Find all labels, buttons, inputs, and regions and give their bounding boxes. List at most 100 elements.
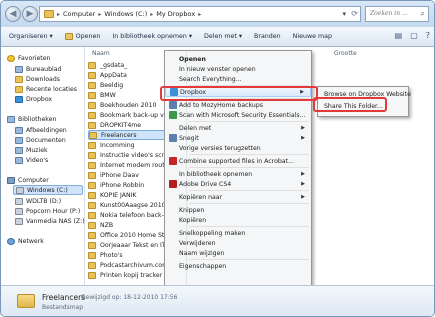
- folder-icon: [88, 91, 96, 99]
- column-name[interactable]: Naam: [92, 50, 110, 57]
- context-menu-item[interactable]: Scan with Microsoft Security Essentials.…: [165, 110, 311, 120]
- context-menu-item[interactable]: Combine supported files in Acrobat...: [165, 156, 311, 166]
- file-row[interactable]: Office 2010 Home Stude: [88, 230, 164, 240]
- file-name: Beeldig: [100, 81, 124, 89]
- file-row[interactable]: Photo's: [88, 250, 164, 260]
- file-name: iPhone Robbin: [100, 181, 145, 189]
- menu-item-label: Add to MozyHome backups: [179, 101, 263, 109]
- context-menu-item[interactable]: Kopiëren naar ▶: [165, 192, 311, 202]
- folder-icon: [88, 71, 96, 79]
- context-menu-item[interactable]: Knippen: [165, 205, 311, 215]
- history-dropdown-icon[interactable]: ▾: [342, 10, 346, 18]
- nav-item-drive-p[interactable]: Popcorn Hour (P:): [15, 206, 80, 216]
- column-size[interactable]: Grootte: [334, 50, 357, 57]
- file-row[interactable]: Boekhouden 2010: [88, 100, 164, 110]
- menu-item-label: Scan with Microsoft Security Essentials.…: [179, 111, 306, 119]
- nav-item-drive-z[interactable]: Vanmedia NAS (Z:): [15, 216, 85, 226]
- dropbox-icon: [15, 95, 23, 103]
- context-menu-item[interactable]: In nieuw venster openen: [165, 64, 311, 74]
- nav-item-dropbox[interactable]: Dropbox: [15, 94, 52, 104]
- file-row[interactable]: Incomming: [88, 140, 164, 150]
- forward-button[interactable]: ▶: [22, 6, 38, 22]
- nav-item-downloads[interactable]: Downloads: [15, 74, 60, 84]
- pictures-icon: [15, 126, 23, 134]
- nav-network[interactable]: Netwerk: [7, 236, 44, 246]
- context-menu-item[interactable]: Add to MozyHome backups: [165, 100, 311, 110]
- search-input[interactable]: Zoeken in ... ⌕: [365, 6, 429, 22]
- context-menu-item[interactable]: Eigenschappen: [165, 261, 311, 271]
- folder-icon: [89, 131, 97, 139]
- share-with-button[interactable]: Delen met ▾: [204, 33, 242, 40]
- breadcrumb-folder[interactable]: My Dropbox: [156, 10, 195, 18]
- command-bar: Organiseren ▾ Openen In bibliotheek opne…: [1, 27, 434, 47]
- mozy-icon: [169, 101, 177, 109]
- menu-item-label: Naam wijzigen: [179, 249, 225, 257]
- help-icon[interactable]: ?: [426, 31, 430, 40]
- nav-item-recent[interactable]: Recente locaties: [15, 84, 77, 94]
- context-menu-item[interactable]: Kopiëren: [165, 215, 311, 225]
- refresh-icon[interactable]: ⟳: [351, 9, 358, 18]
- context-menu-item[interactable]: Openen: [165, 54, 311, 64]
- new-folder-button[interactable]: Nieuwe map: [293, 33, 332, 40]
- context-menu-item[interactable]: Search Everything...: [165, 74, 311, 84]
- file-row[interactable]: Podcastarchivum.com: [88, 260, 164, 270]
- file-row[interactable]: Oorjeaaar Tekst en IT: [88, 240, 164, 250]
- nav-favorites[interactable]: Favorieten: [7, 53, 50, 63]
- view-options-icon[interactable]: ▤: [395, 31, 403, 40]
- nav-item-desktop[interactable]: Bureaublad: [15, 64, 61, 74]
- organize-button[interactable]: Organiseren ▾: [9, 33, 53, 40]
- context-menu-item[interactable]: Verwijderen: [165, 238, 311, 248]
- nav-item-documents[interactable]: Documenten: [15, 135, 66, 145]
- open-button[interactable]: Openen: [64, 33, 100, 40]
- details-type: Bestandsmap: [42, 304, 84, 311]
- menu-separator: [189, 154, 309, 155]
- breadcrumb-computer[interactable]: Computer: [63, 10, 95, 18]
- nav-item-pictures[interactable]: Afbeeldingen: [15, 125, 67, 135]
- menu-item-label: Kopiëren: [179, 216, 207, 224]
- file-row[interactable]: Kunst00Aaagse 2010: [88, 200, 164, 210]
- file-row[interactable]: iPhone Daav: [88, 170, 164, 180]
- file-row[interactable]: _gsdata_: [88, 60, 164, 70]
- context-menu-item[interactable]: Delen met ▶: [165, 123, 311, 133]
- context-menu-item[interactable]: Snegit ▶: [165, 133, 311, 143]
- nav-item-drive-c[interactable]: Windows (C:): [13, 185, 83, 195]
- address-bar[interactable]: ▸ Computer ▸ Windows (C:) ▸ My Dropbox ▸…: [39, 6, 361, 22]
- context-menu-item[interactable]: Vorige versies terugzetten: [165, 143, 311, 153]
- file-row[interactable]: BMW: [88, 90, 164, 100]
- nav-item-music[interactable]: Muziek: [15, 145, 48, 155]
- file-name: BMW: [100, 91, 116, 99]
- breadcrumb-drive[interactable]: Windows (C:): [104, 10, 147, 18]
- file-row[interactable]: DROPKIT4me: [88, 120, 164, 130]
- context-menu-item[interactable]: In bibliotheek opnemen ▶: [165, 169, 311, 179]
- folder-icon: [88, 191, 96, 199]
- burn-button[interactable]: Branden: [254, 33, 281, 40]
- nav-item-videos[interactable]: Video's: [15, 155, 48, 165]
- breadcrumb-chevron-icon: ▸: [57, 10, 61, 18]
- file-row[interactable]: AppData: [88, 70, 164, 80]
- breadcrumb-chevron-icon: ▸: [198, 10, 202, 18]
- file-row[interactable]: Internet modem router e: [88, 160, 164, 170]
- context-menu-item[interactable]: Adobe Drive CS4 ▶: [165, 179, 311, 189]
- nav-item-drive-d[interactable]: WDLTB (D:): [15, 196, 61, 206]
- folder-icon: [88, 141, 96, 149]
- nav-libraries[interactable]: Bibliotheken: [7, 114, 56, 124]
- folder-icon: [88, 231, 96, 239]
- file-row[interactable]: Printen kopij tracker: [88, 270, 164, 280]
- file-row[interactable]: KOPIE JANIK: [88, 190, 164, 200]
- back-button[interactable]: ◀: [5, 6, 21, 22]
- file-row[interactable]: Freelancers: [88, 130, 168, 140]
- file-row[interactable]: iPhone Robbin: [88, 180, 164, 190]
- file-row[interactable]: Bookmark back-up voor: [88, 110, 164, 120]
- file-name: AppData: [100, 71, 127, 79]
- context-menu-item[interactable]: Naam wijzigen: [165, 248, 311, 258]
- menu-item-label: In bibliotheek opnemen: [179, 170, 253, 178]
- file-row[interactable]: Instructie video's screen: [88, 150, 164, 160]
- nav-computer[interactable]: Computer: [7, 175, 49, 185]
- preview-pane-icon[interactable]: ▢: [410, 31, 418, 40]
- include-in-library-button[interactable]: In bibliotheek opnemen ▾: [112, 33, 192, 40]
- file-row[interactable]: NZB: [88, 220, 164, 230]
- context-menu-item[interactable]: Snelkoppeling maken: [165, 228, 311, 238]
- file-row[interactable]: Nokia telefoon back-up: [88, 210, 164, 220]
- desktop-icon: [15, 65, 23, 73]
- file-row[interactable]: Beeldig: [88, 80, 164, 90]
